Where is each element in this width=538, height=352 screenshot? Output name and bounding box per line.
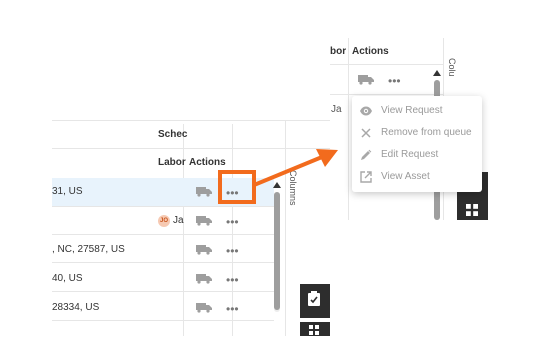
grid-column-divider bbox=[348, 38, 349, 220]
menu-item-view-request[interactable]: View Request bbox=[352, 100, 482, 122]
grid-divider bbox=[52, 120, 330, 121]
column-header-actions[interactable]: Actions bbox=[352, 46, 389, 57]
address-cell: 31, US bbox=[52, 186, 83, 197]
grid-column-divider bbox=[183, 124, 184, 336]
grid-divider bbox=[330, 94, 443, 95]
clipboard-check-icon bbox=[308, 291, 320, 306]
menu-item-label: Edit Request bbox=[381, 149, 439, 160]
more-actions-button[interactable]: ••• bbox=[226, 216, 239, 228]
assignee-cell: Ja bbox=[173, 215, 184, 226]
pencil-icon bbox=[361, 149, 372, 160]
more-actions-button[interactable]: ••• bbox=[226, 245, 239, 257]
grid-divider bbox=[52, 320, 274, 321]
row-actions-menu: View Request Remove from queue Edit Requ… bbox=[352, 96, 482, 192]
grid-tool-icon bbox=[309, 325, 319, 335]
grid-panel: Schec Labor Actions 31, US ••• JO Ja •••… bbox=[52, 96, 330, 336]
grid-divider bbox=[330, 64, 443, 65]
truck-icon bbox=[196, 187, 212, 197]
column-header-labor[interactable]: bor bbox=[330, 46, 346, 57]
truck-icon bbox=[196, 216, 212, 226]
external-link-icon bbox=[360, 171, 372, 183]
more-actions-button[interactable]: ••• bbox=[226, 303, 239, 315]
truck-icon bbox=[196, 274, 212, 284]
avatar: JO bbox=[158, 215, 170, 227]
menu-item-view-asset[interactable]: View Asset bbox=[352, 166, 482, 188]
close-icon bbox=[361, 128, 371, 138]
grid-divider bbox=[52, 234, 274, 235]
address-cell: 40, US bbox=[52, 273, 83, 284]
column-header-labor[interactable]: Labor bbox=[158, 157, 186, 168]
assignee-cell: Ja bbox=[331, 104, 342, 115]
side-tab-secondary[interactable] bbox=[300, 322, 330, 336]
truck-icon bbox=[358, 75, 374, 85]
menu-item-label: Remove from queue bbox=[381, 127, 472, 138]
more-actions-button[interactable]: ••• bbox=[388, 75, 401, 87]
truck-icon bbox=[196, 303, 212, 313]
menu-item-label: View Request bbox=[381, 105, 443, 116]
eye-icon bbox=[360, 106, 372, 116]
side-tab-checklist[interactable] bbox=[300, 284, 330, 318]
address-cell: , NC, 27587, US bbox=[52, 244, 125, 255]
grid-tool-icon bbox=[466, 204, 478, 216]
menu-item-label: View Asset bbox=[381, 171, 430, 182]
menu-item-edit-request[interactable]: Edit Request bbox=[352, 144, 482, 166]
grid-divider bbox=[52, 262, 274, 263]
column-header-scheduled[interactable]: Schec bbox=[158, 129, 187, 140]
grid-divider bbox=[52, 206, 274, 207]
scrollbar-thumb[interactable] bbox=[274, 192, 280, 310]
columns-panel-toggle[interactable]: Colu bbox=[447, 58, 457, 77]
scroll-up-arrow[interactable] bbox=[433, 70, 441, 76]
column-header-actions[interactable]: Actions bbox=[189, 157, 226, 168]
callout-arrow-icon bbox=[253, 149, 338, 187]
truck-icon bbox=[196, 245, 212, 255]
more-actions-button[interactable]: ••• bbox=[226, 274, 239, 286]
address-cell: 28334, US bbox=[52, 302, 100, 313]
menu-item-remove-from-queue[interactable]: Remove from queue bbox=[352, 122, 482, 144]
grid-divider bbox=[52, 291, 274, 292]
